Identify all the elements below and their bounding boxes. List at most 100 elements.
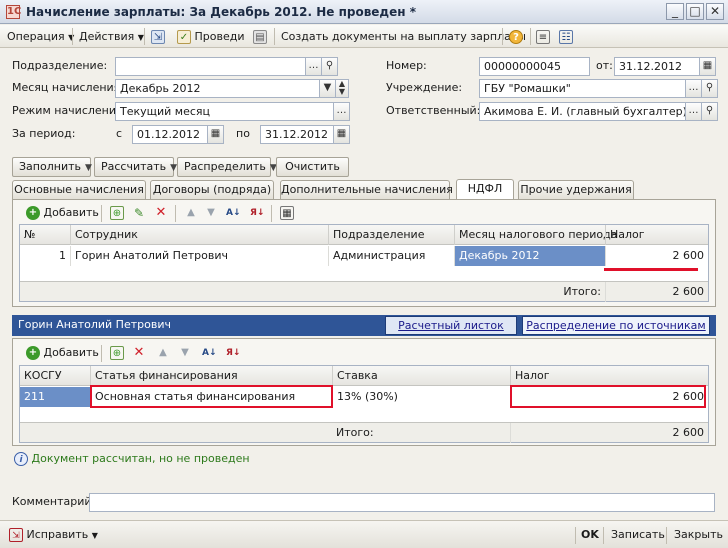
distribution-link[interactable]: Распределение по источникам [522, 316, 710, 335]
add-row-button[interactable]: + Добавить [23, 204, 102, 221]
responsible-field[interactable]: Акимова Е. И. (главный бухгалтер) [479, 102, 686, 121]
period-from-field[interactable]: 01.12.2012 [132, 125, 208, 144]
sort-desc-button[interactable]: Я↓ [223, 344, 243, 361]
department-field[interactable] [115, 57, 306, 76]
date-field[interactable]: 31.12.2012 [614, 57, 700, 76]
row-tax-month: Декабрь 2012 [454, 246, 605, 266]
move-up-button[interactable]: ▲ [153, 344, 173, 361]
arrow-down-icon: ▼ [207, 207, 215, 218]
settings-list-button[interactable]: ☷ [556, 28, 576, 45]
grid-footer: Итого: 2 600 [20, 422, 708, 443]
calendar-icon[interactable]: ▦ [207, 125, 224, 144]
total-label: Итого: [563, 285, 601, 298]
delete-icon: ✕ [155, 205, 167, 220]
column-header-tax[interactable]: Налог [510, 366, 708, 386]
responsible-select-button[interactable]: … [685, 102, 702, 121]
post-icon: ⇲ [151, 30, 165, 44]
add-row-button[interactable]: + Добавить [23, 344, 102, 361]
grid-settings-button[interactable]: ▦ [277, 204, 297, 221]
employee-name: Горин Анатолий Петрович [18, 318, 171, 331]
minimize-button[interactable]: _ [666, 3, 684, 20]
month-field[interactable]: Декабрь 2012 [115, 79, 320, 98]
list-icon: ≡ [536, 30, 550, 44]
sort-asc-button[interactable]: A↓ [199, 344, 219, 361]
institution-select-button[interactable]: … [685, 79, 702, 98]
period-to-field[interactable]: 31.12.2012 [260, 125, 334, 144]
delete-row-button[interactable]: ✕ [129, 344, 149, 361]
add-label: Добавить [43, 206, 99, 219]
number-field[interactable]: 00000000045 [479, 57, 590, 76]
post-and-close-button[interactable]: ⇲ [148, 28, 168, 45]
delete-row-button[interactable]: ✕ [151, 204, 171, 221]
tab-other-deductions[interactable]: Прочие удержания [518, 180, 634, 199]
close-button[interactable]: ✕ [706, 3, 724, 20]
arrow-up-icon: ▲ [159, 347, 167, 358]
bottom-bar: ⇲ Исправить ▼ OK Записать Закрыть [0, 520, 728, 548]
calendar-icon[interactable]: ▦ [699, 57, 716, 76]
app-icon: 1С [6, 5, 22, 19]
search-icon[interactable]: ⚲ [321, 57, 338, 76]
toolbar-separator [144, 28, 145, 45]
move-up-button[interactable]: ▲ [181, 204, 201, 221]
edit-row-button[interactable]: ✎ [129, 204, 149, 221]
distribution-grid: КОСГУ Статья финансирования Ставка Налог… [19, 365, 709, 443]
column-header-article[interactable]: Статья финансирования [90, 366, 332, 386]
move-down-button[interactable]: ▼ [201, 204, 221, 221]
toolbar-separator [502, 28, 503, 45]
column-header-tax-month[interactable]: Месяц налогового периода [454, 225, 618, 245]
toolbar-separator [101, 345, 102, 362]
print-button[interactable]: ▤ [250, 28, 270, 45]
toolbar-separator [666, 527, 667, 544]
institution-label: Учреждение: [386, 81, 463, 94]
sort-desc-button[interactable]: Я↓ [247, 204, 267, 221]
chevron-down-icon[interactable]: ▼ [319, 79, 336, 98]
column-header-number[interactable]: № [20, 225, 70, 245]
department-select-button[interactable]: … [305, 57, 322, 76]
responsible-label: Ответственный: [386, 104, 481, 117]
sort-asc-button[interactable]: A↓ [223, 204, 243, 221]
clear-button[interactable]: Очистить [276, 157, 349, 177]
mode-select-button[interactable]: … [333, 102, 350, 121]
copy-row-button[interactable]: ⊕ [107, 204, 127, 221]
toolbar-separator [274, 28, 275, 45]
comment-field[interactable] [89, 493, 715, 512]
chevron-down-icon: ▼ [137, 33, 144, 42]
calculate-button[interactable]: Рассчитать ▼ [94, 157, 177, 177]
operation-menu[interactable]: Операция ▼ [4, 28, 77, 45]
column-header-kosgu[interactable]: КОСГУ [20, 366, 90, 386]
search-icon[interactable]: ⚲ [701, 102, 718, 121]
employee-bar: Горин Анатолий Петрович Расчетный листок… [12, 315, 716, 336]
distribute-button[interactable]: Распределить ▼ [177, 157, 277, 177]
mode-field[interactable]: Текущий месяц [115, 102, 334, 121]
search-icon[interactable]: ⚲ [701, 79, 718, 98]
move-down-button[interactable]: ▼ [175, 344, 195, 361]
save-button[interactable]: Записать [608, 526, 668, 543]
post-button[interactable]: ✓ Проведи [174, 28, 248, 45]
help-button[interactable]: ? [506, 28, 526, 45]
create-payment-docs-button[interactable]: Создать документы на выплату зарплаты [278, 28, 529, 45]
actions-menu[interactable]: Действия ▼ [76, 28, 147, 45]
fix-menu[interactable]: ⇲ Исправить ▼ [6, 526, 101, 543]
maximize-button[interactable]: □ [686, 3, 704, 20]
column-header-rate[interactable]: Ставка [332, 366, 510, 386]
copy-row-button[interactable]: ⊕ [107, 344, 127, 361]
tab-ndfl[interactable]: НДФЛ [456, 179, 514, 200]
column-header-department[interactable]: Подразделение [328, 225, 454, 245]
column-header-tax[interactable]: Налог [605, 225, 708, 245]
tab-additional-accruals[interactable]: Дополнительные начисления [280, 180, 453, 199]
structure-button[interactable]: ≡ [533, 28, 553, 45]
calendar-icon[interactable]: ▦ [333, 125, 350, 144]
spin-arrows-icon[interactable]: ▲ ▼ [335, 79, 349, 98]
red-underline [604, 268, 698, 271]
copy-add-icon: ⊕ [110, 206, 124, 220]
ok-button[interactable]: OK [578, 526, 602, 543]
fill-button[interactable]: Заполнить ▼ [12, 157, 92, 177]
close-form-button[interactable]: Закрыть [671, 526, 726, 543]
sort-descending-icon: Я↓ [250, 208, 265, 218]
tab-main-accruals[interactable]: Основные начисления [12, 180, 146, 199]
pay-slip-link[interactable]: Расчетный листок [385, 316, 517, 335]
table-row[interactable]: 1 Горин Анатолий Петрович Администрация … [20, 246, 708, 266]
institution-field[interactable]: ГБУ "Ромашки" [479, 79, 686, 98]
column-header-employee[interactable]: Сотрудник [70, 225, 328, 245]
tab-contracts[interactable]: Договоры (подряда) [150, 180, 274, 199]
